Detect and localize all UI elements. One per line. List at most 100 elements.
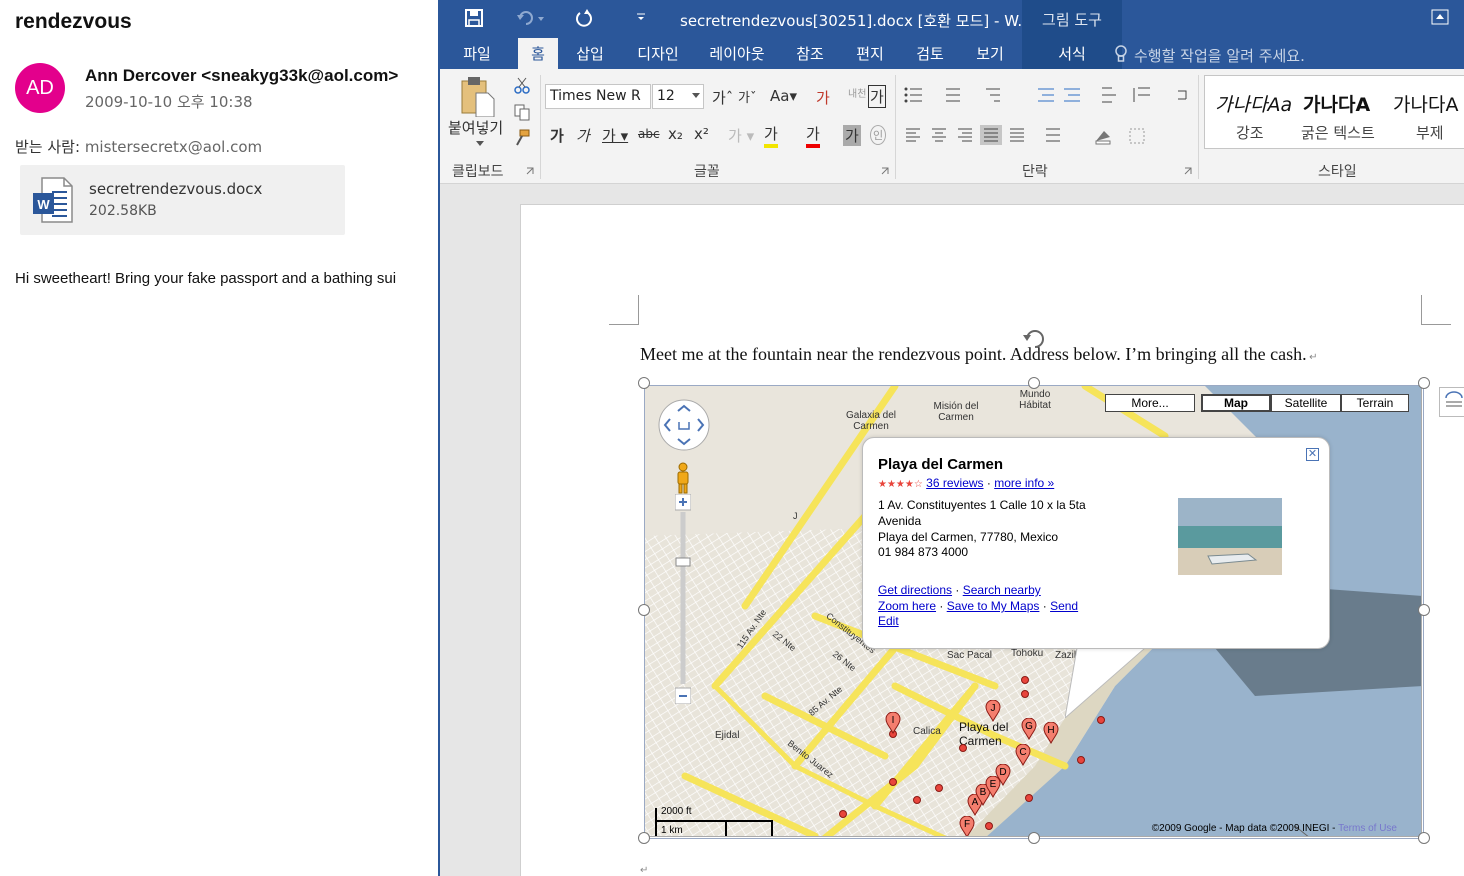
alignment-buttons[interactable] <box>904 125 1164 145</box>
tab-references[interactable]: 참조 <box>786 38 834 69</box>
resize-handle[interactable] <box>638 832 650 844</box>
save-icon[interactable] <box>464 8 484 28</box>
copy-icon[interactable] <box>513 103 531 121</box>
char-shading-icon[interactable]: 가 <box>843 125 861 146</box>
cut-icon[interactable] <box>513 77 531 95</box>
resize-handle[interactable] <box>638 377 650 389</box>
superscript-icon[interactable]: x² <box>694 125 709 143</box>
tab-insert[interactable]: 삽입 <box>566 38 614 69</box>
map-poi-dot[interactable] <box>1021 676 1029 684</box>
list-buttons[interactable] <box>902 85 1202 105</box>
paragraph-launcher-icon[interactable] <box>1184 167 1192 175</box>
font-launcher-icon[interactable] <box>881 167 889 175</box>
map-poi-dot[interactable] <box>1025 794 1033 802</box>
subscript-icon[interactable]: x₂ <box>668 125 683 143</box>
clipboard-launcher-icon[interactable] <box>526 167 534 175</box>
paste-dropdown-icon[interactable] <box>476 141 484 147</box>
undo-icon[interactable] <box>516 9 544 27</box>
edit-link[interactable]: Edit <box>878 614 899 628</box>
clear-format-icon[interactable]: 가 <box>816 87 830 108</box>
change-case-icon[interactable]: Aa▾ <box>770 87 797 105</box>
tab-view[interactable]: 보기 <box>966 38 1014 69</box>
highlight-icon[interactable]: 가 <box>764 123 778 148</box>
layout-options-button[interactable] <box>1439 387 1464 417</box>
map-type-map-button[interactable]: Map <box>1201 394 1271 412</box>
more-button[interactable]: More... <box>1105 394 1195 412</box>
italic-icon[interactable]: 가 <box>576 125 590 146</box>
map-type-satellite-button[interactable]: Satellite <box>1271 394 1341 412</box>
tab-mailings[interactable]: 편지 <box>846 38 894 69</box>
save-to-my-maps-link[interactable]: Save to My Maps <box>947 599 1040 613</box>
paste-label[interactable]: 붙여넣기 <box>448 117 503 138</box>
map-marker-j-icon[interactable]: J <box>985 700 1001 722</box>
resize-handle[interactable] <box>1418 604 1430 616</box>
shrink-font-icon[interactable]: 가ˇ <box>738 87 756 106</box>
close-icon[interactable]: ✕ <box>1306 448 1319 461</box>
redo-icon[interactable] <box>574 8 594 28</box>
phonetic-guide-icon[interactable]: 내천 <box>848 85 866 100</box>
document-text[interactable]: Meet me at the fountain near the rendezv… <box>640 344 1318 365</box>
ribbon-display-icon[interactable] <box>1430 8 1450 26</box>
font-color-icon[interactable]: 가 <box>806 123 820 148</box>
avatar[interactable]: AD <box>15 63 65 113</box>
map-marker-c-icon[interactable]: C <box>1015 744 1031 766</box>
recipient-address[interactable]: mistersecretx@aol.com <box>85 138 262 156</box>
paste-icon[interactable] <box>460 75 496 117</box>
style-subtitle[interactable]: 부제 <box>1416 122 1444 143</box>
map-marker-f-icon[interactable]: F <box>959 816 975 837</box>
resize-handle[interactable] <box>1418 832 1430 844</box>
format-painter-icon[interactable] <box>513 129 531 147</box>
tab-file[interactable]: 파일 <box>450 38 504 69</box>
document-page[interactable]: Meet me at the fountain near the rendezv… <box>520 204 1464 876</box>
map-poi-dot[interactable] <box>839 810 847 818</box>
map-poi-dot[interactable] <box>935 784 943 792</box>
map-poi-dot[interactable] <box>959 744 967 752</box>
customize-qat-icon[interactable] <box>636 12 646 22</box>
map-image[interactable]: Galaxia del Carmen Misión del Carmen Mun… <box>644 385 1422 837</box>
street-view-pegman-icon[interactable] <box>675 462 691 494</box>
reviews-link[interactable]: 36 reviews <box>926 476 983 490</box>
tab-design[interactable]: 디자인 <box>628 38 688 69</box>
tab-layout[interactable]: 레이아웃 <box>702 38 772 69</box>
map-poi-dot[interactable] <box>913 796 921 804</box>
tab-home[interactable]: 홈 <box>518 38 558 69</box>
resize-handle[interactable] <box>638 604 650 616</box>
text-effects-icon[interactable]: 가 ▾ <box>728 125 754 146</box>
font-name-combo[interactable]: Times New R <box>545 84 651 109</box>
map-poi-dot[interactable] <box>1021 690 1029 698</box>
tab-review[interactable]: 검토 <box>906 38 954 69</box>
map-type-terrain-button[interactable]: Terrain <box>1341 394 1409 412</box>
zoom-slider[interactable] <box>675 494 691 704</box>
more-info-link[interactable]: more info » <box>994 476 1054 490</box>
sender[interactable]: Ann Dercover <sneakyg33k@aol.com> <box>85 66 398 86</box>
resize-handle[interactable] <box>1028 377 1040 389</box>
map-poi-dot[interactable] <box>1077 756 1085 764</box>
pan-control-icon[interactable] <box>657 398 711 452</box>
style-emphasis[interactable]: 강조 <box>1236 122 1264 143</box>
attachment-card[interactable]: W secretrendezvous.docx 202.58KB <box>20 165 345 235</box>
grow-font-icon[interactable]: 가ˆ <box>712 87 733 108</box>
map-poi-dot[interactable] <box>985 822 993 830</box>
enclose-char-icon[interactable]: 인 <box>870 125 887 145</box>
bold-icon[interactable]: 가 <box>550 125 564 146</box>
map-marker-i-icon[interactable]: I <box>885 712 901 734</box>
strikethrough-icon[interactable]: abc <box>638 127 660 141</box>
map-marker-g-icon[interactable]: G <box>1021 718 1037 740</box>
underline-icon[interactable]: 가 ▾ <box>602 125 628 146</box>
resize-handle[interactable] <box>1418 377 1430 389</box>
map-marker-e-icon[interactable]: E <box>985 776 1001 798</box>
resize-handle[interactable] <box>1028 832 1040 844</box>
tell-me-input[interactable]: 수행할 작업을 알려 주세요. <box>1134 45 1305 66</box>
map-poi-dot[interactable] <box>889 778 897 786</box>
map-marker-h-icon[interactable]: H <box>1043 722 1059 744</box>
rotate-handle-icon[interactable] <box>1019 326 1051 352</box>
zoom-here-link[interactable]: Zoom here <box>878 599 936 613</box>
send-link[interactable]: Send <box>1050 599 1078 613</box>
style-strong[interactable]: 굵은 텍스트 <box>1301 122 1375 143</box>
terms-of-use-link[interactable]: Terms of Use <box>1338 823 1397 834</box>
get-directions-link[interactable]: Get directions <box>878 583 952 597</box>
tab-format[interactable]: 서식 <box>1022 38 1122 69</box>
char-border-icon[interactable]: 가 <box>868 85 886 108</box>
search-nearby-link[interactable]: Search nearby <box>963 583 1041 597</box>
beach-photo[interactable] <box>1178 498 1282 575</box>
